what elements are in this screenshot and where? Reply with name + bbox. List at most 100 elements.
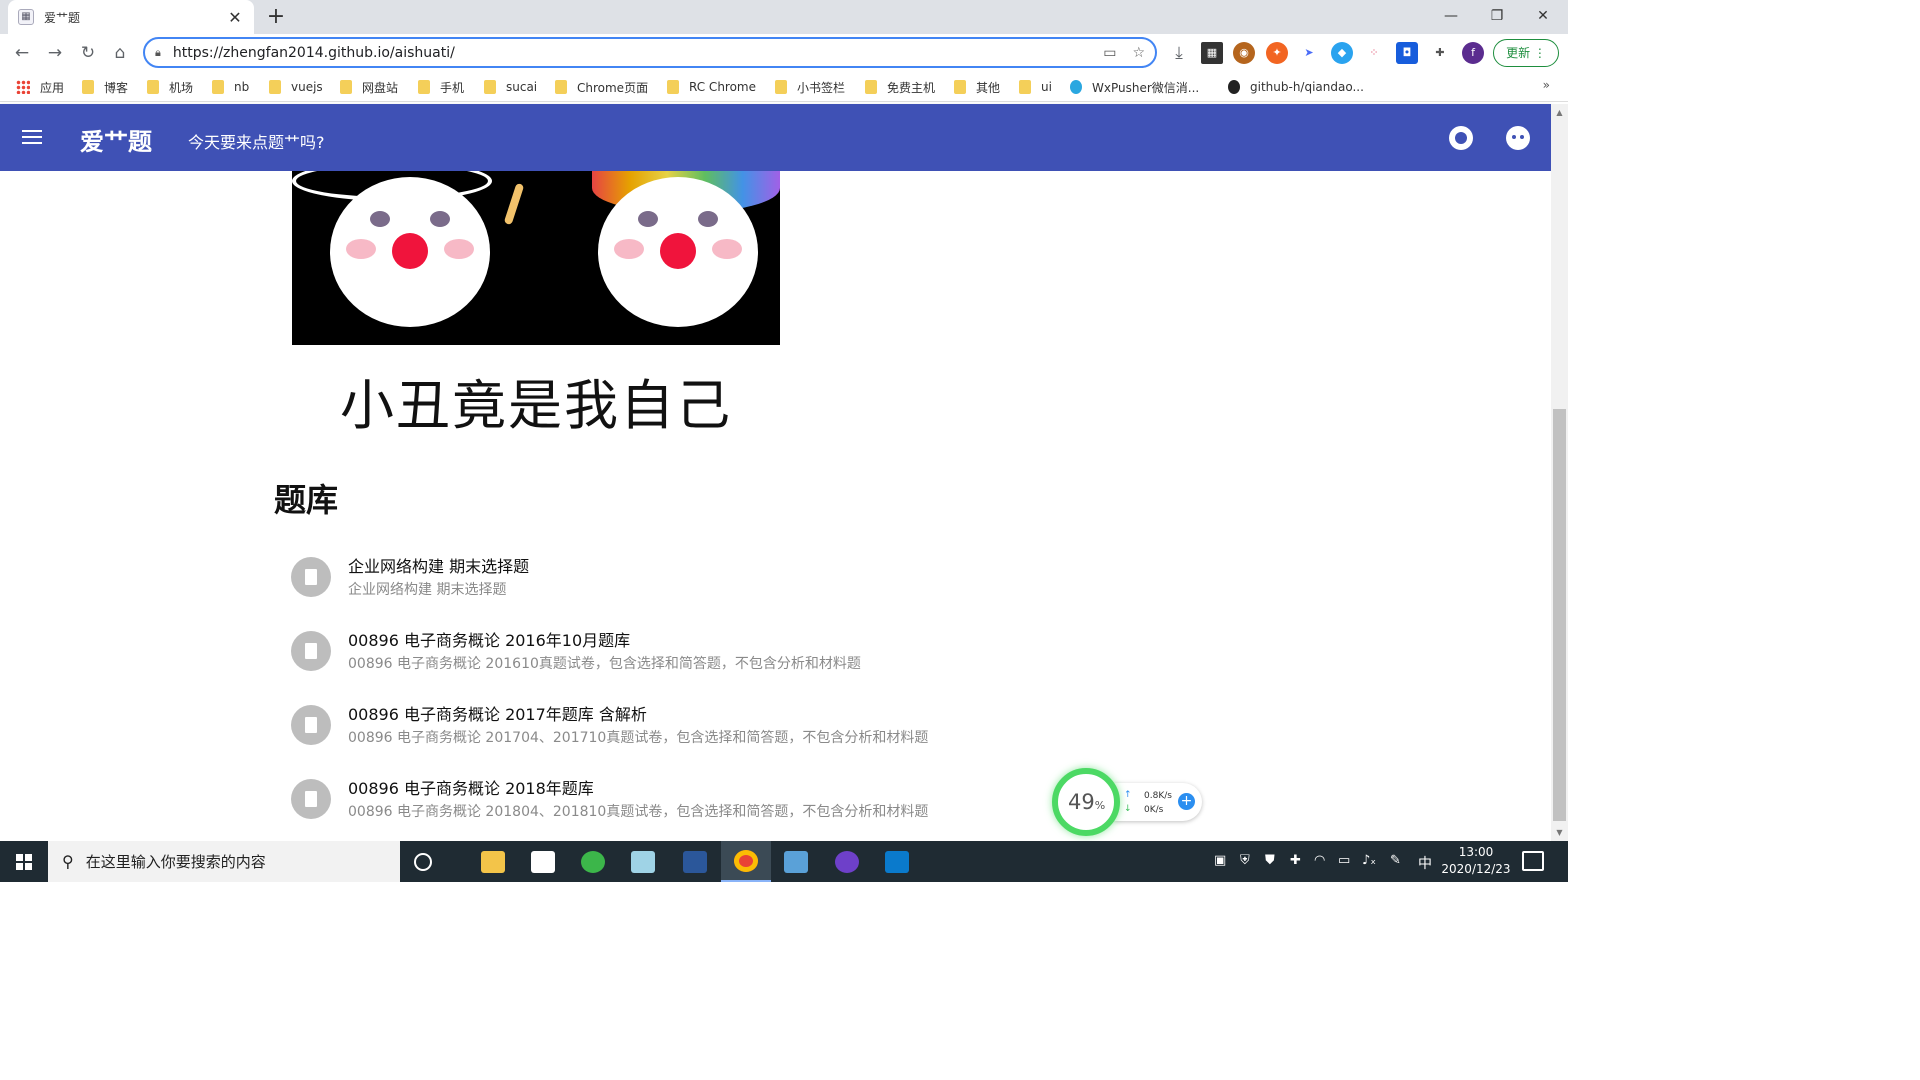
list-item-title: 企业网络构建 期末选择题 xyxy=(348,557,530,576)
clown-nose xyxy=(392,233,428,269)
list-item-title: 00896 电子商务概论 2018年题库 xyxy=(348,779,594,798)
bitwarden-icon[interactable]: ◘ xyxy=(1396,42,1418,64)
list-item[interactable]: 00896 电子商务概论 2018年题库 00896 电子商务概论 201804… xyxy=(290,765,990,839)
taskbar-clock[interactable]: 13:00 2020/12/23 xyxy=(1440,844,1512,878)
folder-icon xyxy=(484,80,496,94)
forward-icon[interactable]: → xyxy=(41,39,69,67)
list-item-desc: 00896 电子商务概论 201804、201810真题试卷，包含选择和简答题，… xyxy=(348,804,929,820)
new-tab-button[interactable]: + xyxy=(262,3,290,31)
bookmark-folder[interactable]: RC Chrome xyxy=(667,78,756,96)
nvidia-tray-icon[interactable]: ▣ xyxy=(1214,853,1226,868)
app-brand[interactable]: 爱艹题 xyxy=(80,122,152,157)
address-bar[interactable]: 🔒︎ https://zhengfan2014.github.io/aishua… xyxy=(143,37,1157,68)
bookmark-folder[interactable]: 博客 xyxy=(82,78,128,96)
download-icon[interactable]: ⤓ xyxy=(1165,39,1193,67)
bookmark-apps[interactable]: 应用 xyxy=(16,78,64,96)
folder-icon xyxy=(82,80,94,94)
archive-app-icon[interactable] xyxy=(771,841,821,882)
list-item[interactable]: 00896 电子商务概论 2016年10月题库 00896 电子商务概论 201… xyxy=(290,617,990,691)
extension-dots-icon[interactable]: ⁘ xyxy=(1363,42,1385,64)
network-speed-widget[interactable]: ↑ 0.8K/s ↓ 0K/s + 49% xyxy=(1052,768,1202,836)
bookmark-folder[interactable]: ui xyxy=(1019,78,1052,96)
minimize-button[interactable]: — xyxy=(1428,0,1474,32)
reload-icon[interactable]: ↻ xyxy=(74,39,102,67)
bookmark-folder[interactable]: 免费主机 xyxy=(865,78,935,96)
lock-icon[interactable]: 🔒︎ xyxy=(155,46,161,60)
close-tab-icon[interactable]: ✕ xyxy=(226,8,244,27)
tampermonkey-icon[interactable]: ◉ xyxy=(1233,42,1255,64)
react-icon xyxy=(1070,80,1082,94)
home-icon[interactable]: ⌂ xyxy=(106,39,134,67)
bookmark-folder[interactable]: Chrome页面 xyxy=(555,78,648,96)
bookmark-folder[interactable]: 其他 xyxy=(954,78,1000,96)
book-icon xyxy=(291,779,331,819)
shield-tray-icon[interactable]: ⛨ xyxy=(1240,853,1250,868)
list-item-desc: 00896 电子商务概论 201704、201710真题试卷，包含选择和简答题，… xyxy=(348,730,929,746)
file-explorer-icon[interactable] xyxy=(468,841,518,882)
scroll-down-arrow-icon[interactable]: ▼ xyxy=(1551,824,1568,841)
360-tray-icon[interactable]: ✚ xyxy=(1290,853,1301,868)
scrollbar-thumb[interactable] xyxy=(1553,409,1566,821)
extension-bird-icon[interactable]: ➤ xyxy=(1298,42,1320,64)
bookmark-label: nb xyxy=(234,80,250,94)
battery-icon[interactable]: ▭ xyxy=(1338,853,1350,868)
clock-date: 2020/12/23 xyxy=(1441,862,1511,876)
url-text[interactable]: https://zhengfan2014.github.io/aishuati/ xyxy=(173,45,1087,61)
cortana-icon[interactable] xyxy=(414,853,432,871)
qr-code-icon[interactable]: ▦ xyxy=(1201,42,1223,64)
extensions-puzzle-icon[interactable]: ✚ xyxy=(1429,42,1451,64)
search-icon: ⚲ xyxy=(62,852,74,871)
back-icon[interactable]: ← xyxy=(8,39,36,67)
page-content: 小丑竟是我自己 题库 企业网络构建 期末选择题 企业网络构建 期末选择题 008… xyxy=(0,171,1551,841)
start-button[interactable] xyxy=(0,841,48,882)
bookmark-folder[interactable]: 手机 xyxy=(418,78,464,96)
notebook-app-icon[interactable] xyxy=(618,841,668,882)
ime-indicator[interactable]: 中 xyxy=(1418,853,1432,873)
section-title: 题库 xyxy=(274,481,339,519)
bookmarks-overflow-icon[interactable]: » xyxy=(1543,78,1550,92)
chrome-icon[interactable] xyxy=(721,841,771,882)
bookmark-folder[interactable]: 小书签栏 xyxy=(775,78,845,96)
update-button[interactable]: 更新 ⋮ xyxy=(1493,39,1559,67)
vscode-icon[interactable] xyxy=(872,841,922,882)
bookmark-github[interactable]: github-h/qiandao... xyxy=(1228,78,1364,96)
accelerate-plus-icon[interactable]: + xyxy=(1178,793,1195,810)
bookmark-folder[interactable]: 网盘站 xyxy=(340,78,398,96)
pen-icon[interactable]: ✎ xyxy=(1390,853,1401,868)
bookmark-folder[interactable]: 机场 xyxy=(147,78,193,96)
bookmark-wxpusher[interactable]: WxPusher微信消... xyxy=(1070,78,1199,96)
notification-center-icon[interactable] xyxy=(1522,851,1544,871)
browser-tab[interactable]: ▦ 爱艹题 ✕ xyxy=(8,0,254,34)
close-window-button[interactable]: ✕ xyxy=(1520,0,1566,32)
menu-icon[interactable] xyxy=(22,130,42,144)
bookmark-folder[interactable]: sucai xyxy=(484,78,537,96)
folder-icon xyxy=(269,80,281,94)
github-desktop-icon[interactable] xyxy=(822,841,872,882)
github-icon[interactable] xyxy=(1449,126,1473,150)
volume-muted-icon[interactable]: ♪ₓ xyxy=(1362,853,1376,868)
cast-icon[interactable]: ▭ xyxy=(1103,45,1116,61)
page-scrollbar[interactable]: ▲ ▼ xyxy=(1551,104,1568,841)
extension-orange-icon[interactable]: ✦ xyxy=(1266,42,1288,64)
browser-toolbar: ← → ↻ ⌂ 🔒︎ https://zhengfan2014.github.i… xyxy=(0,34,1568,72)
bookmark-folder[interactable]: nb xyxy=(212,78,249,96)
store-icon[interactable] xyxy=(518,841,568,882)
clown-eye xyxy=(370,211,390,227)
bookmark-star-icon[interactable]: ☆ xyxy=(1132,45,1145,61)
list-item[interactable]: 企业网络构建 期末选择题 企业网络构建 期末选择题 xyxy=(290,543,990,617)
taskbar-search[interactable]: ⚲ 在这里输入你要搜索的内容 xyxy=(48,841,400,882)
theme-face-icon[interactable] xyxy=(1506,126,1530,150)
folder-icon xyxy=(954,80,966,94)
defender-tray-icon[interactable]: ⛊ xyxy=(1265,853,1275,868)
word-icon[interactable] xyxy=(670,841,720,882)
restore-button[interactable]: ❐ xyxy=(1474,0,1520,32)
extension-shield-icon[interactable]: ◆ xyxy=(1331,42,1353,64)
scroll-up-arrow-icon[interactable]: ▲ xyxy=(1551,104,1568,121)
profile-avatar[interactable]: f xyxy=(1462,42,1484,64)
list-item[interactable]: 00896 电子商务概论 2017年题库 含解析 00896 电子商务概论 20… xyxy=(290,691,990,765)
360-security-icon[interactable] xyxy=(568,841,618,882)
apps-grid-icon xyxy=(16,80,30,94)
bookmark-folder[interactable]: vuejs xyxy=(269,78,323,96)
wifi-icon[interactable]: ◠ xyxy=(1314,853,1325,868)
clown-cheek xyxy=(614,239,644,259)
